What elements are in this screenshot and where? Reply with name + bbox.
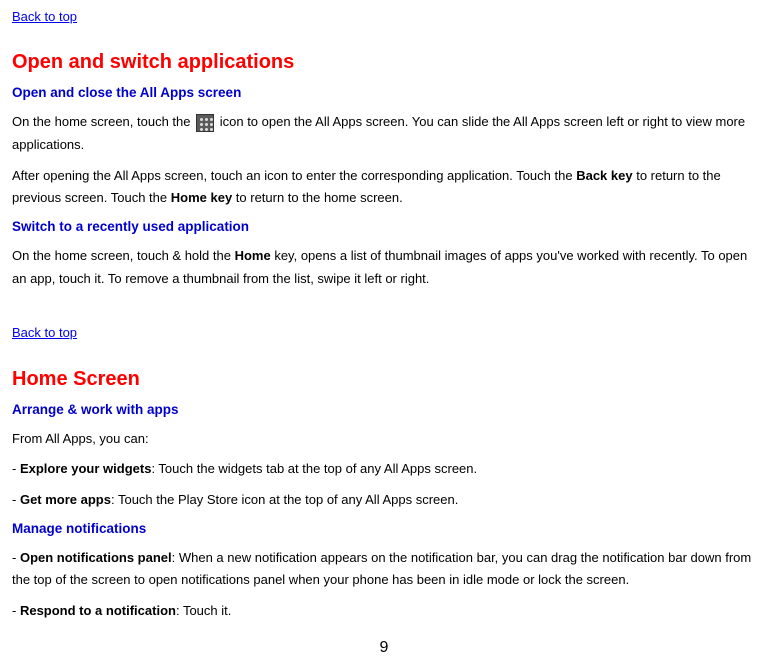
bold-explore-widgets: Explore your widgets <box>20 461 151 476</box>
list-item: - Explore your widgets: Touch the widget… <box>12 458 756 481</box>
list-item: - Get more apps: Touch the Play Store ic… <box>12 489 756 512</box>
section-home-screen-title: Home Screen <box>12 365 756 393</box>
paragraph: From All Apps, you can: <box>12 428 756 451</box>
text: After opening the All Apps screen, touch… <box>12 168 576 183</box>
bold-respond-notification: Respond to a notification <box>20 603 176 618</box>
bold-home-key: Home key <box>171 190 232 205</box>
bold-back-key: Back key <box>576 168 632 183</box>
page-number: 9 <box>12 637 756 659</box>
text: to return to the home screen. <box>232 190 403 205</box>
bold-get-more-apps: Get more apps <box>20 492 111 507</box>
list-item: - Open notifications panel: When a new n… <box>12 547 756 593</box>
paragraph: On the home screen, touch the icon to op… <box>12 111 756 157</box>
list-item: - Respond to a notification: Touch it. <box>12 600 756 623</box>
text: On the home screen, touch & hold the <box>12 248 235 263</box>
text: : Touch it. <box>176 603 231 618</box>
bold-home: Home <box>235 248 271 263</box>
all-apps-icon <box>196 114 214 132</box>
sub-switch-recent: Switch to a recently used application <box>12 218 756 237</box>
paragraph: After opening the All Apps screen, touch… <box>12 165 756 211</box>
paragraph: On the home screen, touch & hold the Hom… <box>12 245 756 291</box>
bold-open-notifications: Open notifications panel <box>20 550 172 565</box>
section-open-switch-title: Open and switch applications <box>12 48 756 76</box>
back-to-top-link[interactable]: Back to top <box>12 324 77 342</box>
sub-open-close-allapps: Open and close the All Apps screen <box>12 84 756 103</box>
text: : Touch the Play Store icon at the top o… <box>111 492 458 507</box>
sub-arrange-apps: Arrange & work with apps <box>12 401 756 420</box>
text: On the home screen, touch the <box>12 114 194 129</box>
back-to-top-link[interactable]: Back to top <box>12 8 77 26</box>
sub-manage-notifications: Manage notifications <box>12 520 756 539</box>
text: : Touch the widgets tab at the top of an… <box>151 461 477 476</box>
